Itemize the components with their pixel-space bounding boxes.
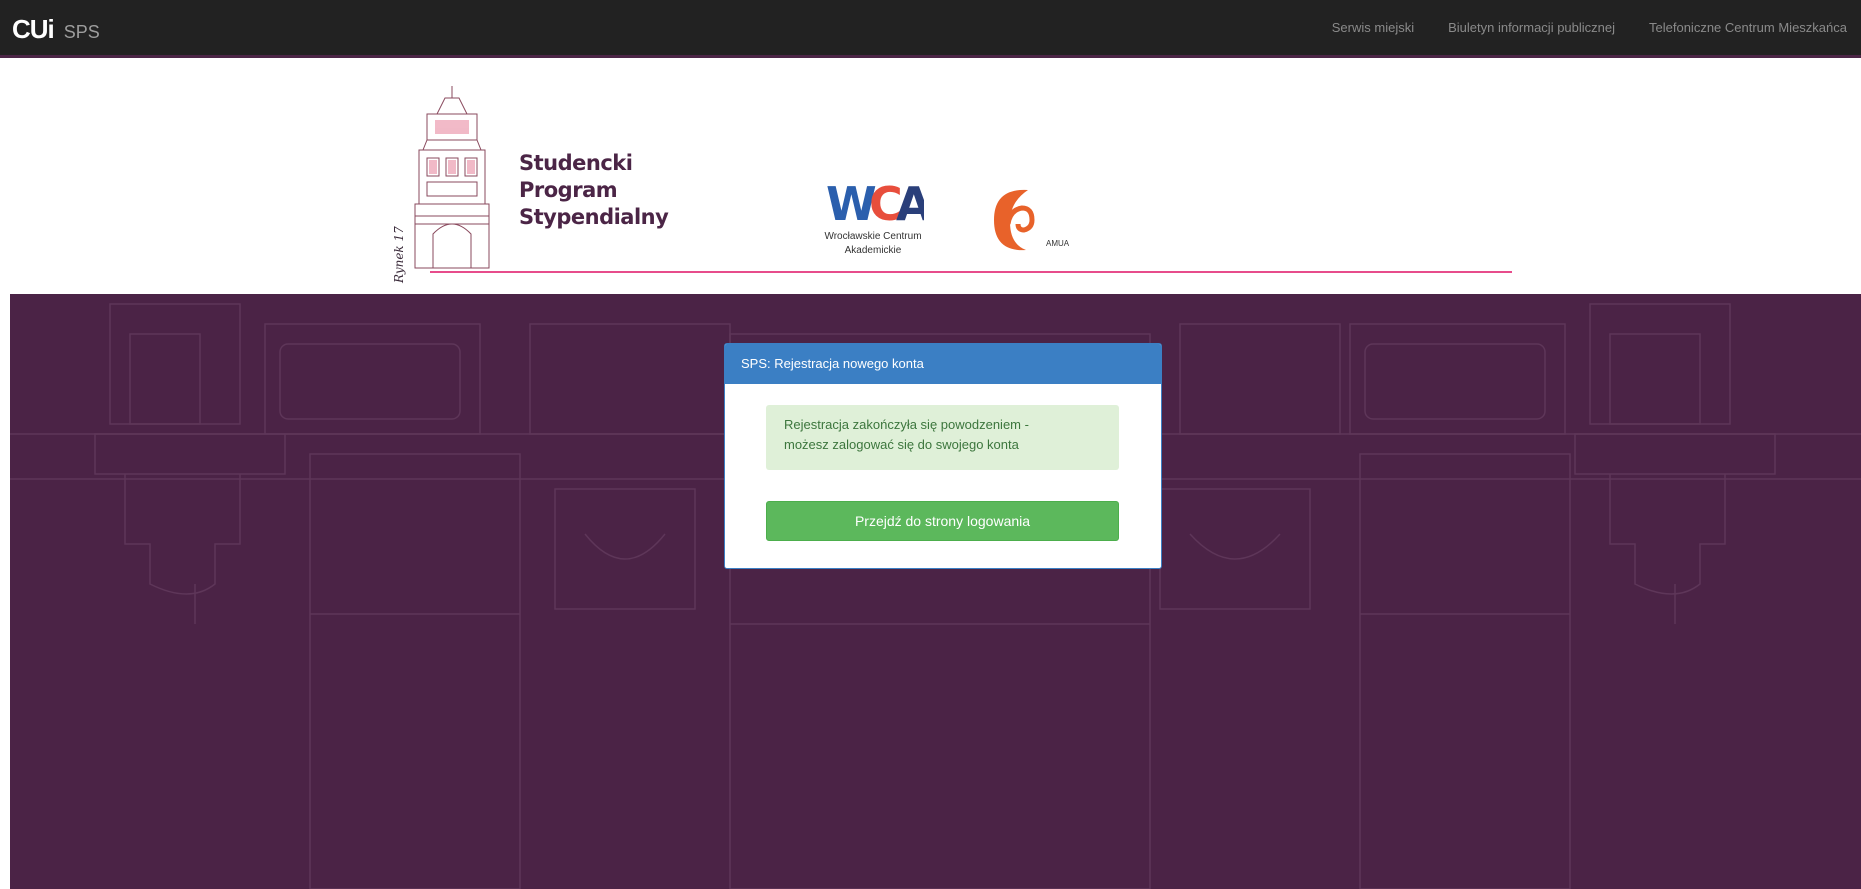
top-nav-links: Serwis miejski Biuletyn informacji publi… <box>1332 0 1861 55</box>
wca-letter-a: A <box>896 178 924 228</box>
alert-line-2: możesz zalogować się do swojego konta <box>784 437 1019 452</box>
sps-line-2: Program <box>519 178 618 202</box>
sps-line-1: Studencki <box>519 151 633 175</box>
brand[interactable]: CUi SPS <box>12 14 100 45</box>
alert-line-1: Rejestracja zakończyła się powodzeniem - <box>784 417 1029 432</box>
registration-panel: SPS: Rejestracja nowego konta Rejestracj… <box>724 343 1162 569</box>
top-navbar: CUi SPS Serwis miejski Biuletyn informac… <box>0 0 1861 58</box>
signature-text: Rynek 17 <box>392 226 406 283</box>
nav-link-centrum-mieszkanca[interactable]: Telefoniczne Centrum Mieszkańca <box>1649 20 1847 35</box>
brand-name[interactable]: SPS <box>64 22 100 43</box>
wca-caption-line-2: Akademickie <box>844 245 902 256</box>
wca-caption-line-1: Wrocławskie Centrum <box>824 231 922 242</box>
sps-logo-text: Studencki Program Stypendialny <box>519 150 669 231</box>
panel-heading: SPS: Rejestracja nowego konta <box>725 344 1161 384</box>
success-alert: Rejestracja zakończyła się powodzeniem -… <box>766 405 1119 470</box>
brand-logo[interactable]: CUi <box>12 14 55 45</box>
amua-label: AMUA <box>1046 239 1070 248</box>
building-illustration <box>414 86 490 269</box>
amua-logo <box>994 189 1035 251</box>
header-banner: Rynek 17 Studencki Program Stypendialny … <box>0 58 1861 294</box>
banner-divider-line <box>430 271 1512 273</box>
wca-caption: Wrocławskie Centrum Akademickie <box>798 230 948 258</box>
sps-line-3: Stypendialny <box>519 205 669 229</box>
nav-link-bip[interactable]: Biuletyn informacji publicznej <box>1448 20 1615 35</box>
wca-logo: W C A <box>826 178 924 228</box>
nav-link-serwis-miejski[interactable]: Serwis miejski <box>1332 20 1414 35</box>
go-to-login-button[interactable]: Przejdź do strony logowania <box>766 501 1119 541</box>
